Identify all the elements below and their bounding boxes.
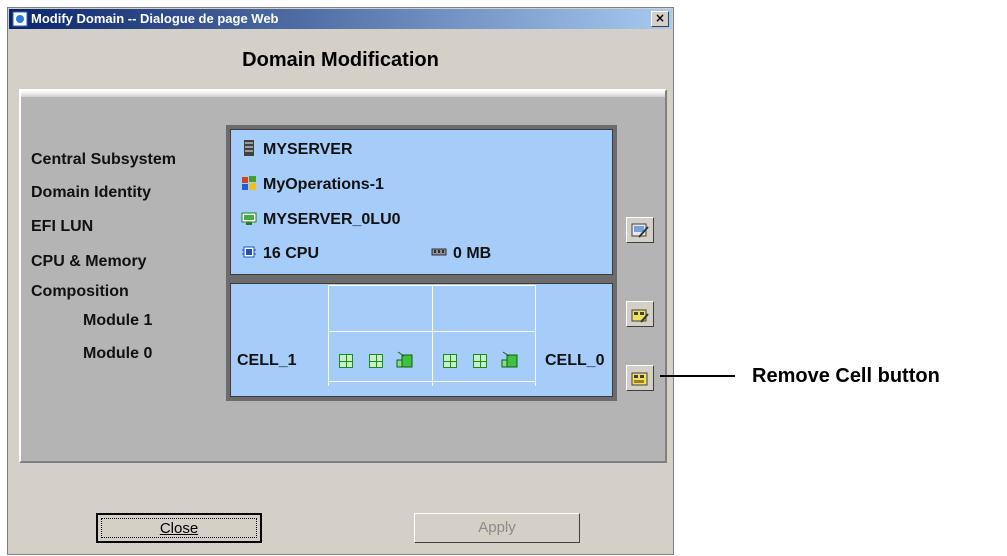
cpu-count: 16 CPU (263, 245, 320, 262)
composition-box: CELL_1 CELL_0 (226, 279, 617, 401)
grid-line (328, 285, 535, 286)
cell-1-label: CELL_1 (237, 352, 297, 369)
grid-line (328, 285, 329, 386)
label-cpu-memory: CPU & Memory (31, 253, 147, 270)
disk-icon (241, 212, 257, 225)
cpu-module-icon[interactable] (443, 354, 457, 368)
grid-line (432, 285, 433, 386)
title-bar: Modify Domain -- Dialogue de page Web × (9, 9, 672, 29)
cpu-chip-icon (242, 246, 256, 258)
lun-row: MYSERVER_0LU0 (241, 210, 401, 229)
label-central-subsystem: Central Subsystem (31, 151, 176, 168)
close-button[interactable]: Close (96, 513, 262, 543)
label-module-1: Module 1 (83, 312, 153, 329)
page-title: Domain Modification (242, 49, 439, 71)
label-efi-lun: EFI LUN (31, 218, 94, 235)
cell-0-label: CELL_0 (545, 352, 605, 369)
server-icon (244, 140, 254, 156)
io-module-icon[interactable] (396, 350, 414, 368)
server-name: MYSERVER (263, 141, 353, 158)
cpu-row: 16 CPU (241, 244, 319, 263)
label-composition: Composition (31, 283, 129, 300)
lun-name: MYSERVER_0LU0 (263, 211, 401, 228)
panel-top-bar (21, 91, 665, 97)
domain-panel: Central Subsystem Domain Identity EFI LU… (19, 89, 667, 463)
add-cell-button[interactable] (626, 301, 654, 327)
memory-size: 0 MB (453, 245, 492, 262)
domain-name: MyOperations-1 (263, 176, 384, 193)
grid-line (535, 285, 536, 386)
remove-cell-callout: Remove Cell button (752, 365, 940, 387)
close-window-button[interactable]: × (651, 11, 669, 27)
remove-cell-icon (631, 372, 648, 386)
identity-box: MYSERVER MyOperations-1 MYSERVER_0LU0 16… (226, 125, 617, 279)
apply-button-label: Apply (478, 519, 516, 536)
cpu-module-icon[interactable] (339, 354, 353, 368)
cpu-module-icon[interactable] (473, 354, 487, 368)
grid-line (328, 331, 535, 332)
cpu-module-icon[interactable] (369, 354, 383, 368)
grid-line (328, 381, 535, 382)
memory-module-icon (431, 248, 447, 256)
windows-logo-icon (242, 176, 256, 190)
focus-rect (101, 518, 257, 538)
apply-button[interactable]: Apply (414, 513, 580, 543)
modify-domain-dialog: Modify Domain -- Dialogue de page Web × … (7, 7, 674, 555)
memory-row: 0 MB (431, 244, 491, 263)
ie-page-icon (12, 11, 28, 27)
edit-identity-button[interactable] (626, 217, 654, 243)
server-row: MYSERVER (241, 140, 353, 159)
io-module-icon[interactable] (501, 350, 519, 368)
domain-row: MyOperations-1 (241, 175, 384, 194)
remove-cell-button[interactable] (626, 365, 654, 391)
window-title: Modify Domain -- Dialogue de page Web (31, 11, 279, 26)
label-domain-identity: Domain Identity (31, 184, 152, 201)
callout-line (660, 375, 735, 377)
add-cell-icon (631, 309, 649, 323)
label-module-0: Module 0 (83, 345, 153, 362)
edit-identity-icon (631, 223, 649, 238)
